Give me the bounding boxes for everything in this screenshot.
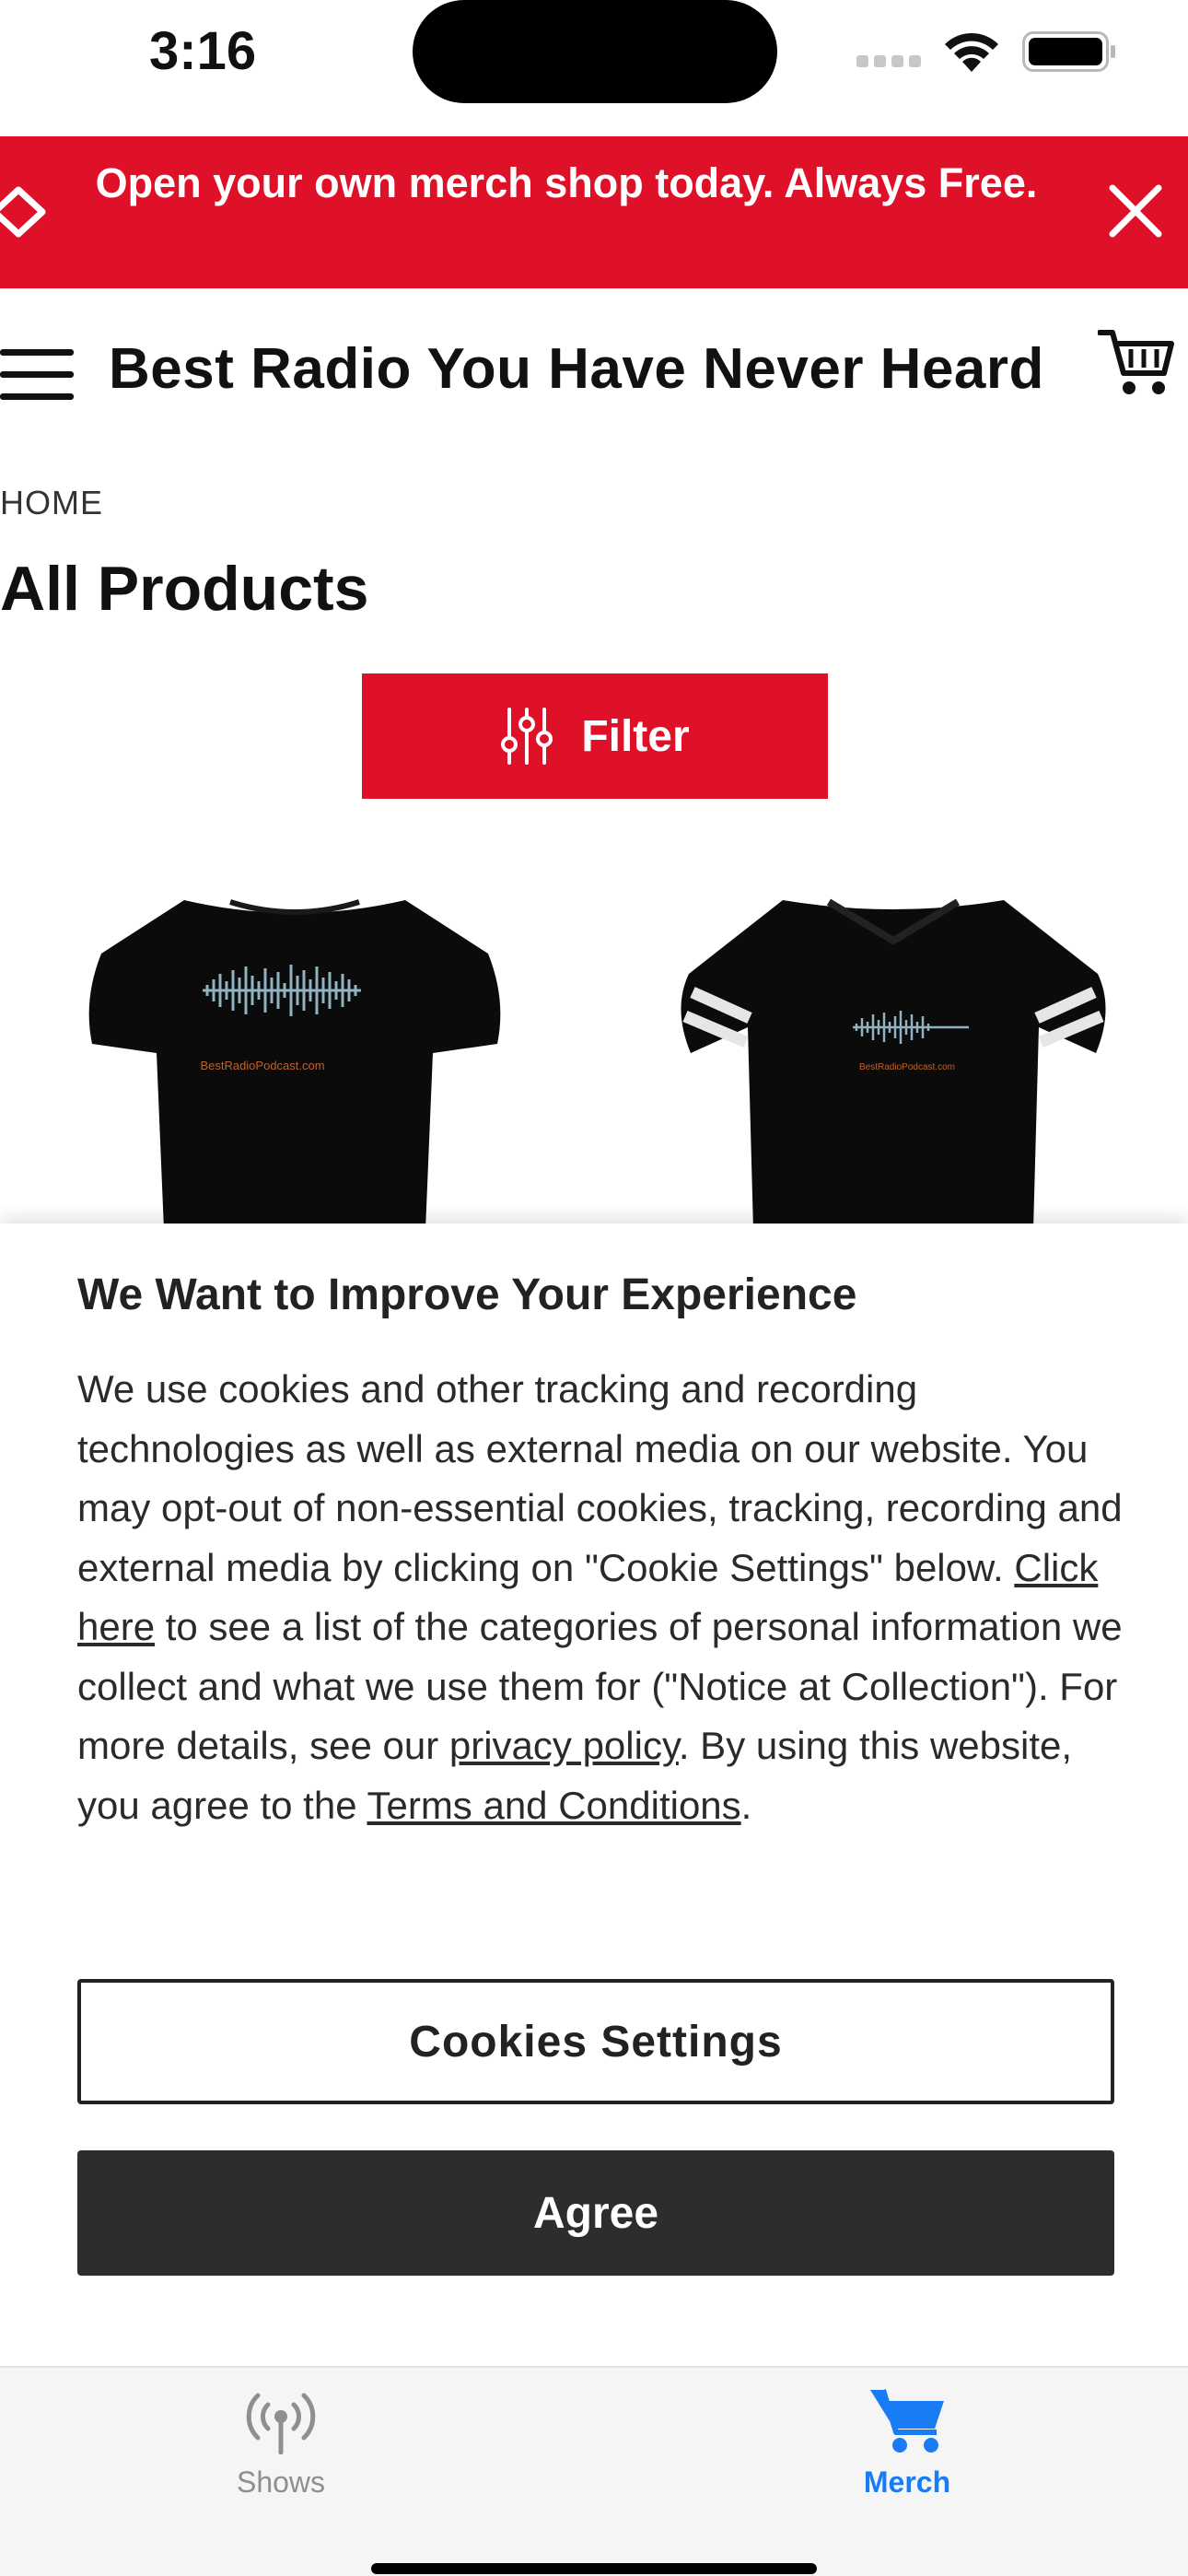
sliders-icon (501, 708, 553, 765)
hamburger-menu-icon[interactable] (0, 349, 74, 401)
heart-outline-icon (0, 186, 46, 238)
promo-banner: Open your own merch shop today. Always F… (0, 136, 1188, 288)
filter-button[interactable]: Filter (362, 673, 828, 799)
cookie-consent-sheet: We Want to Improve Your Experience We us… (0, 1224, 1188, 2366)
dynamic-island (413, 0, 777, 103)
status-time: 3:16 (149, 21, 257, 81)
cookies-settings-button[interactable]: Cookies Settings (77, 1979, 1114, 2104)
tab-shows[interactable]: Shows (143, 2386, 419, 2515)
store-title: Best Radio You Have Never Heard (109, 337, 1044, 401)
cellular-signal-icon (856, 55, 923, 68)
broadcast-antenna-icon (246, 2393, 316, 2454)
product-print-text: BestRadioPodcast.com (200, 1059, 324, 1072)
close-icon[interactable] (1105, 181, 1166, 241)
agree-button[interactable]: Agree (77, 2150, 1114, 2276)
shopping-cart-icon (870, 2389, 944, 2453)
privacy-policy-link[interactable]: privacy policy (449, 1724, 679, 1767)
tab-merch[interactable]: Merch (769, 2386, 1045, 2515)
cookie-body: We use cookies and other tracking and re… (77, 1360, 1127, 1835)
status-bar: 3:16 (0, 0, 1188, 136)
cookie-body-text: We use cookies and other tracking and re… (77, 1367, 1123, 1589)
wifi-icon (945, 32, 998, 72)
tab-label: Shows (236, 2465, 326, 2499)
promo-text: Open your own merch shop today. Always F… (95, 159, 1038, 206)
app-header: Best Radio You Have Never Heard (0, 288, 1188, 436)
tab-label: Merch (863, 2465, 951, 2499)
filter-label: Filter (581, 711, 690, 761)
shopping-cart-icon[interactable] (1098, 325, 1175, 399)
product-image-tshirt[interactable]: BestRadioPodcast.com (74, 889, 516, 1230)
product-image-striped-tshirt[interactable]: BestRadioPodcast.com (672, 889, 1114, 1230)
breadcrumb[interactable]: HOME (0, 484, 103, 522)
tab-bar: Shows Merch (0, 2366, 1188, 2576)
cookie-title: We Want to Improve Your Experience (77, 1270, 857, 1319)
cookie-body-text: . (740, 1783, 752, 1827)
terms-link[interactable]: Terms and Conditions (367, 1784, 740, 1827)
home-indicator (371, 2563, 817, 2574)
battery-icon (1022, 31, 1115, 72)
page-title: All Products (0, 554, 369, 624)
product-print-text: BestRadioPodcast.com (859, 1062, 955, 1072)
